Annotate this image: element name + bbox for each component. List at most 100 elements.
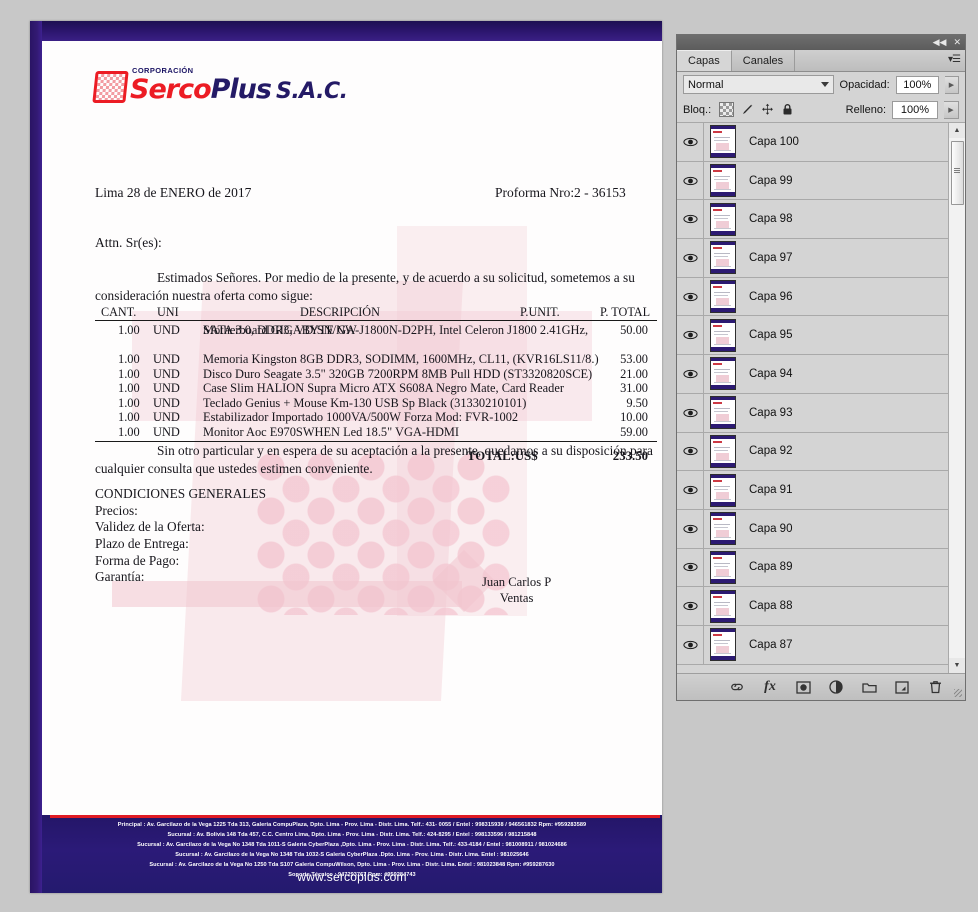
layer-visibility-toggle[interactable] — [677, 277, 704, 316]
opacity-label: Opacidad: — [839, 78, 890, 91]
table-header-row: CANT. UNI DESCRIPCIÓN P.UNIT. P. TOTAL — [95, 305, 657, 321]
tab-capas[interactable]: Capas — [677, 50, 732, 71]
lock-transparency-icon[interactable] — [719, 102, 735, 117]
delete-layer-icon[interactable] — [927, 679, 943, 695]
new-layer-icon[interactable] — [894, 679, 910, 695]
list-item[interactable]: Capa 96 — [677, 277, 948, 317]
list-item[interactable]: Capa 88 — [677, 587, 948, 626]
collapse-icon[interactable]: ◀◀ — [933, 38, 947, 47]
lock-all-icon[interactable] — [781, 103, 794, 116]
list-item[interactable]: Capa 94 — [677, 355, 948, 394]
condition-garantia: Garantía: — [95, 569, 145, 585]
layer-visibility-toggle[interactable] — [677, 625, 704, 664]
table-row: 1.00 UND Motherboard GIGABYTE GA-J1800N-… — [95, 323, 657, 352]
attention-line: Attn. Sr(es): — [95, 235, 162, 250]
layer-name-label: Capa 93 — [749, 406, 793, 419]
resize-grip-icon[interactable] — [954, 689, 962, 697]
cell-desc: Estabilizador Importado 1000VA/500W Forz… — [203, 410, 519, 424]
signature-role: Ventas — [499, 590, 534, 605]
lock-label: Bloq.: — [683, 103, 712, 116]
list-item[interactable]: Capa 90 — [677, 509, 948, 549]
eye-icon — [682, 215, 698, 224]
layer-visibility-toggle[interactable] — [677, 200, 704, 239]
scroll-down-arrow-icon[interactable]: ▼ — [949, 658, 965, 673]
list-item[interactable]: Capa 89 — [677, 548, 948, 588]
layer-visibility-toggle[interactable] — [677, 471, 704, 509]
list-item[interactable]: Capa 91 — [677, 471, 948, 510]
watermark-dots-secondary — [282, 475, 512, 615]
layer-name-label: Capa 90 — [749, 522, 793, 535]
opacity-value: 100% — [903, 78, 932, 91]
lock-move-icon[interactable] — [761, 103, 774, 116]
fill-stepper-icon[interactable]: ▶ — [944, 100, 959, 119]
list-item[interactable]: Capa 100 — [677, 123, 948, 162]
cell-desc: Memoria Kingston 8GB DDR3, SODIMM, 1600M… — [203, 352, 599, 366]
layer-style-fx-icon[interactable]: fx — [762, 679, 778, 695]
list-item[interactable]: Capa 93 — [677, 393, 948, 433]
new-group-icon[interactable] — [861, 679, 877, 695]
layer-visibility-toggle[interactable] — [677, 239, 704, 277]
layer-thumbnail — [710, 125, 736, 159]
cell-ptotal: 10.00 — [620, 410, 648, 424]
list-item[interactable]: Capa 97 — [677, 239, 948, 278]
layer-visibility-toggle[interactable] — [677, 509, 704, 548]
tab-canales[interactable]: Canales — [732, 50, 796, 71]
logo-plus-text: Plus — [210, 74, 272, 105]
panel-bottom-toolbar: fx — [677, 673, 965, 700]
eye-icon — [682, 331, 698, 340]
layer-visibility-toggle[interactable] — [677, 123, 704, 161]
close-icon[interactable]: ✕ — [953, 38, 961, 47]
footer-website: www.sercoplus.com — [297, 870, 407, 884]
proforma-label: Proforma Nro: — [495, 185, 575, 200]
list-item[interactable]: Capa 95 — [677, 316, 948, 356]
opacity-stepper-icon[interactable]: ▶ — [944, 75, 959, 94]
panel-menu-icon[interactable]: ▾☰ — [948, 54, 961, 65]
document-page: CORPORACIÓN SercoPlus S.A.C. Lima 28 de E… — [42, 41, 662, 893]
document-footer: Principal : Av. Garcilazo de la Vega 122… — [42, 815, 662, 893]
layer-visibility-toggle[interactable] — [677, 587, 704, 625]
layer-name-label: Capa 91 — [749, 484, 793, 497]
cell-desc: Monitor Aoc E970SWHEN Led 18.5" VGA-HDMI — [203, 424, 460, 439]
eye-icon — [682, 447, 698, 456]
scanned-document: CORPORACIÓN SercoPlus S.A.C. Lima 28 de E… — [30, 21, 662, 893]
opacity-input[interactable]: 100% — [895, 75, 939, 94]
fill-input[interactable]: 100% — [892, 100, 938, 119]
layer-visibility-toggle[interactable] — [677, 316, 704, 355]
adjustment-layer-icon[interactable] — [828, 679, 844, 695]
list-item[interactable]: Capa 87 — [677, 625, 948, 665]
link-layers-icon[interactable] — [729, 679, 745, 695]
table-row: 1.00 UND Estabilizador Importado 1000VA/… — [95, 410, 657, 425]
scrollbar-thumb[interactable] — [951, 141, 964, 205]
cell-ptotal: 21.00 — [620, 366, 648, 381]
layer-list-scrollbar[interactable]: ▲ ▼ — [948, 123, 965, 673]
layer-visibility-toggle[interactable] — [677, 548, 704, 587]
layer-name-label: Capa 88 — [749, 600, 793, 613]
logo-serco-text: Serco — [130, 74, 212, 105]
layer-visibility-toggle[interactable] — [677, 355, 704, 393]
cell-uni: UND — [153, 352, 180, 366]
layer-visibility-toggle[interactable] — [677, 161, 704, 200]
add-layer-mask-icon[interactable] — [795, 679, 811, 695]
lock-paint-icon[interactable] — [741, 103, 754, 116]
layer-visibility-toggle[interactable] — [677, 432, 704, 471]
blend-mode-select[interactable]: Normal — [683, 75, 834, 94]
list-item[interactable]: Capa 99 — [677, 161, 948, 201]
cell-uni: UND — [153, 424, 180, 439]
list-item[interactable]: Capa 92 — [677, 432, 948, 472]
cell-cant: 1.00 — [118, 323, 140, 337]
layer-name-label: Capa 98 — [749, 213, 793, 226]
layer-name-label: Capa 94 — [749, 367, 793, 380]
layer-list[interactable]: Capa 100 Capa 99 Capa 98 Capa 97 Capa 96… — [677, 123, 948, 673]
table-row: 1.00 UND Disco Duro Seagate 3.5" 320GB 7… — [95, 367, 657, 382]
cell-desc: Disco Duro Seagate 3.5" 320GB 7200RPM 8M… — [203, 366, 593, 381]
cell-ptotal: 9.50 — [626, 395, 648, 410]
layer-thumbnail — [710, 550, 736, 584]
scroll-up-arrow-icon[interactable]: ▲ — [949, 123, 965, 138]
layer-name-label: Capa 100 — [749, 135, 799, 148]
layer-visibility-toggle[interactable] — [677, 393, 704, 432]
cell-ptotal: 50.00 — [620, 323, 648, 337]
table-row: 1.00 UND Memoria Kingston 8GB DDR3, SODI… — [95, 352, 657, 367]
layer-name-label: Capa 87 — [749, 638, 793, 651]
list-item[interactable]: Capa 98 — [677, 200, 948, 240]
layer-thumbnail — [710, 241, 736, 275]
